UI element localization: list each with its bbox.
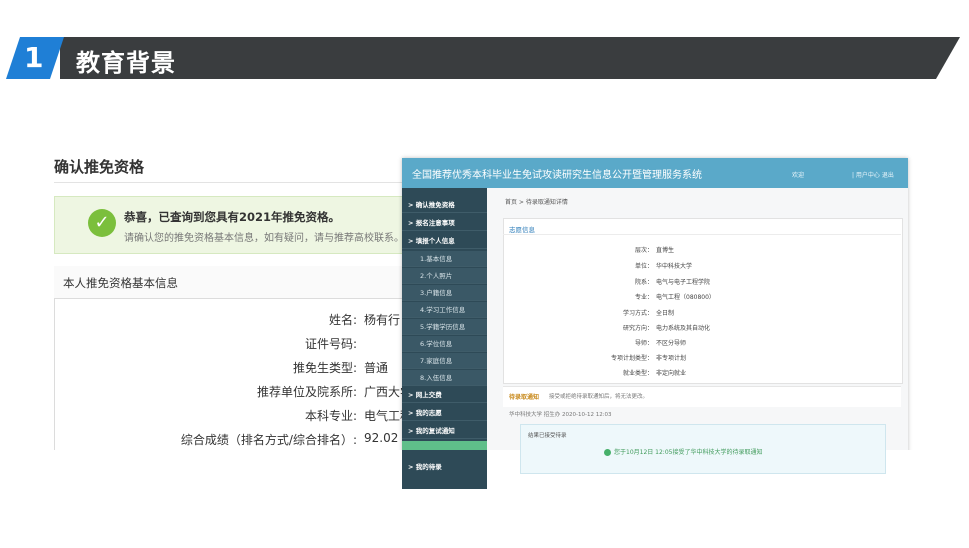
sidebar-item-confirm[interactable]: > 确认推免资格 <box>402 197 487 213</box>
detail-label: 学习方式： <box>622 310 653 317</box>
sidebar-item-notes[interactable]: > 报名注意事项 <box>402 215 487 231</box>
detail-value: 电力系统及其自动化 <box>656 325 711 332</box>
field-value: 杨有行 <box>364 313 401 327</box>
sidebar-subitem[interactable]: 3.户籍信息 <box>402 285 487 301</box>
detail-label: 研究方向： <box>622 325 653 332</box>
section-number: 1 <box>24 41 44 74</box>
detail-value: 全日制 <box>656 310 675 317</box>
detail-label: 单位： <box>634 263 653 270</box>
page-title: 确认推免资格 <box>54 158 145 176</box>
success-subtitle: 请确认您的推免资格基本信息，如有疑问，请与推荐高校联系。 <box>124 233 404 244</box>
section-title: 教育背景 <box>76 49 176 77</box>
sidebar-subitem[interactable]: 7.家庭信息 <box>402 353 487 369</box>
detail-value: 非定向就业 <box>656 370 687 377</box>
field-value: 普通 <box>364 361 389 375</box>
sidebar-item-payment[interactable]: > 网上交费 <box>402 387 487 403</box>
sidebar-subitem[interactable]: 4.学习工作信息 <box>402 302 487 318</box>
sidebar-item-personal-info[interactable]: > 填报个人信息 <box>402 233 487 249</box>
card-title: 志愿信息 <box>509 226 535 234</box>
check-circle-icon <box>604 449 611 456</box>
success-toast: 您于10月12日 12:05接受了华中科技大学的待录取通知 <box>604 447 762 456</box>
message-text: 结果已接受待录 <box>528 433 567 439</box>
notice-title: 待录取通知 <box>509 394 540 401</box>
sidebar-subitem[interactable]: 5.学籍学历信息 <box>402 319 487 335</box>
detail-value: 电气工程（080800） <box>656 294 715 301</box>
detail-value: 直博生 <box>656 247 675 254</box>
field-label: 姓名: <box>328 313 357 327</box>
sidebar-subitem[interactable]: 2.个人照片 <box>402 268 487 284</box>
detail-value: 非专项计划 <box>656 355 687 362</box>
detail-label: 院系： <box>634 279 653 286</box>
info-panel-title: 本人推免资格基本信息 <box>63 276 178 290</box>
system-title: 全国推荐优秀本科毕业生免试攻读研究生信息公开暨管理服务系统 <box>412 170 702 181</box>
notice-description: 接受或拒绝待录取通知后，将无法更改。 <box>549 394 649 400</box>
field-label: 证件号码: <box>304 337 357 351</box>
toast-text: 您于10月12日 12:05接受了华中科技大学的待录取通知 <box>614 449 763 456</box>
field-label: 本科专业: <box>304 409 357 423</box>
detail-value: 不区分导师 <box>656 340 687 347</box>
sidebar-subitem[interactable]: 8.入伍信息 <box>402 370 487 386</box>
notice-meta: 华中科技大学 招生办 2020-10-12 12:03 <box>509 412 612 418</box>
divider <box>54 182 404 183</box>
sidebar-item-choices[interactable]: > 我的志愿 <box>402 405 487 421</box>
field-label: 综合成绩（排名方式/综合排名）: <box>180 433 357 447</box>
field-label: 推荐单位及院系所: <box>256 385 357 399</box>
field-value: 92.02 <box>364 431 399 445</box>
detail-label: 导师： <box>634 340 653 347</box>
user-greeting: 欢迎 <box>792 172 805 179</box>
sidebar-subitem[interactable]: 6.学位信息 <box>402 336 487 352</box>
detail-value: 华中科技大学 <box>656 263 693 270</box>
field-label: 推免生类型: <box>292 361 357 375</box>
user-nav[interactable]: | 用户中心 退出 <box>852 170 894 179</box>
breadcrumb[interactable]: 首页 > 待录取通知详情 <box>505 197 568 206</box>
success-title: 恭喜，已查询到您具有2021年推免资格。 <box>124 210 341 224</box>
sidebar-subitem[interactable]: 1.基本信息 <box>402 251 487 267</box>
divider <box>503 234 901 235</box>
section-header-band <box>60 37 960 79</box>
sidebar-item-pending[interactable]: > 我的待录 <box>402 459 487 475</box>
detail-label: 专业： <box>634 294 653 301</box>
detail-label: 就业类型： <box>622 370 653 377</box>
detail-label: 专项计划类型： <box>610 355 653 362</box>
check-circle-icon: ✓ <box>88 209 116 237</box>
detail-label: 层次： <box>634 247 653 254</box>
detail-value: 电气与电子工程学院 <box>656 279 711 286</box>
sidebar-item-interview[interactable]: > 我的复试通知 <box>402 423 487 439</box>
